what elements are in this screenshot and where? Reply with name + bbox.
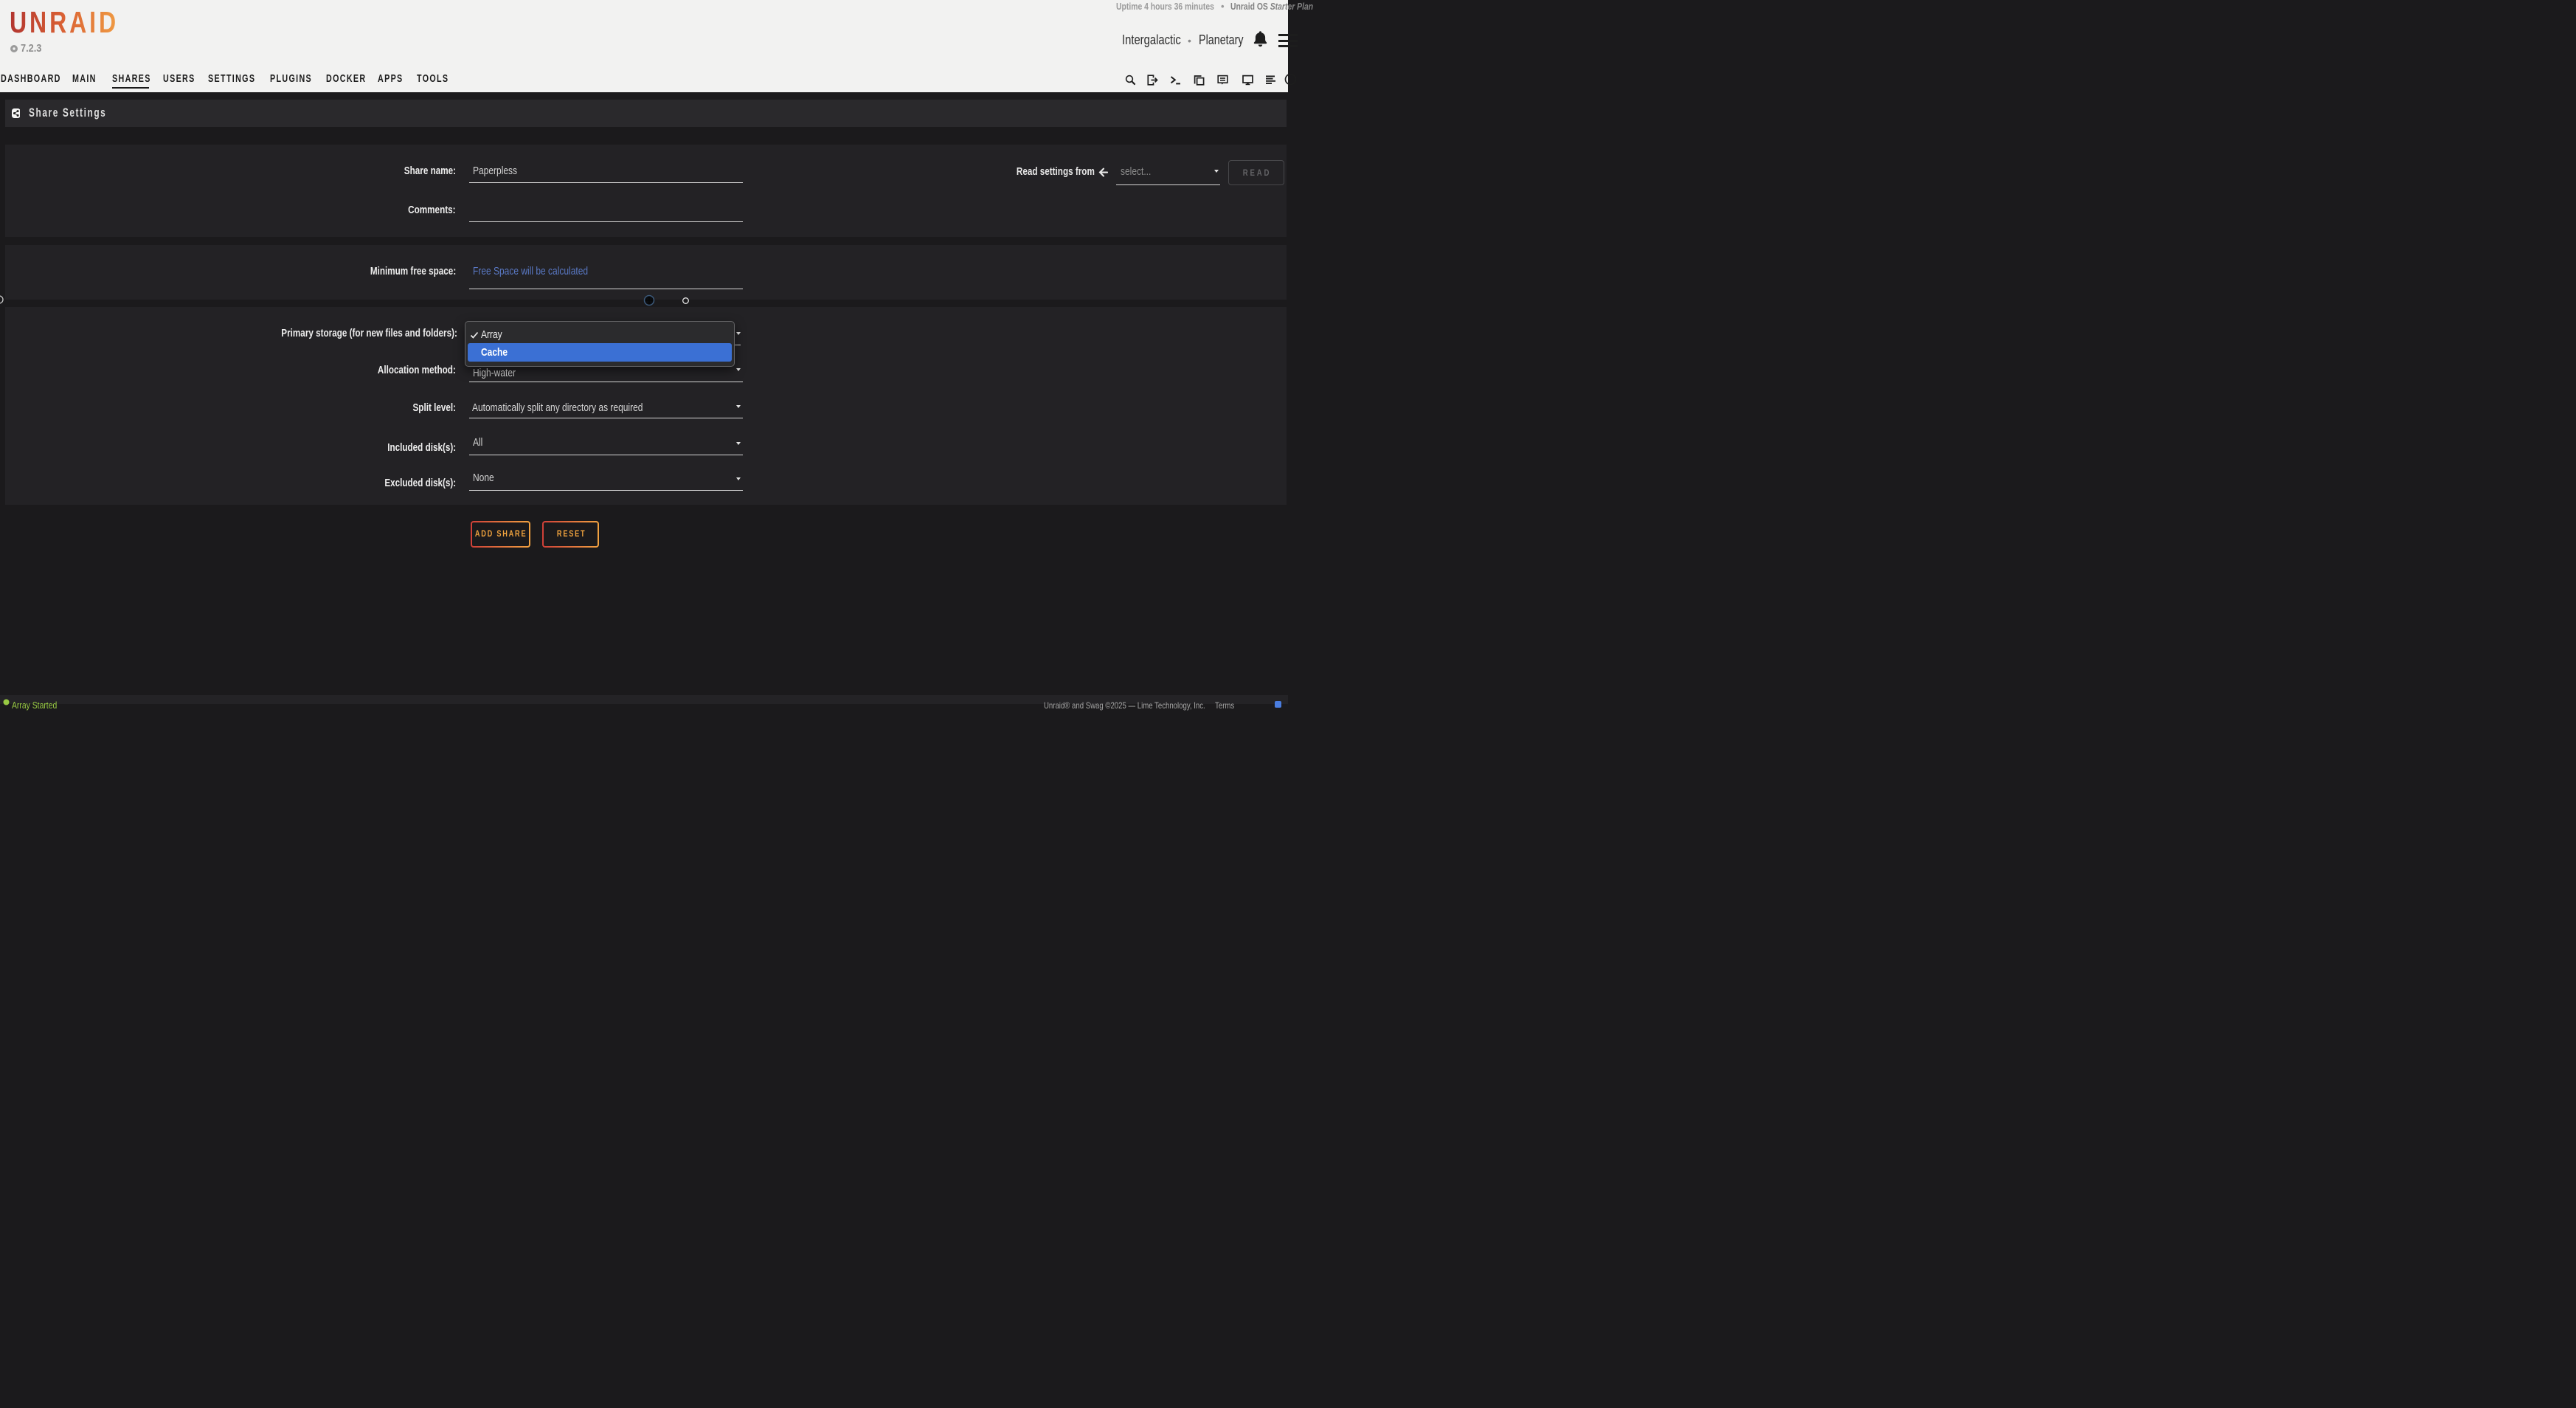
- svg-text:UNRAID: UNRAID: [10, 5, 119, 35]
